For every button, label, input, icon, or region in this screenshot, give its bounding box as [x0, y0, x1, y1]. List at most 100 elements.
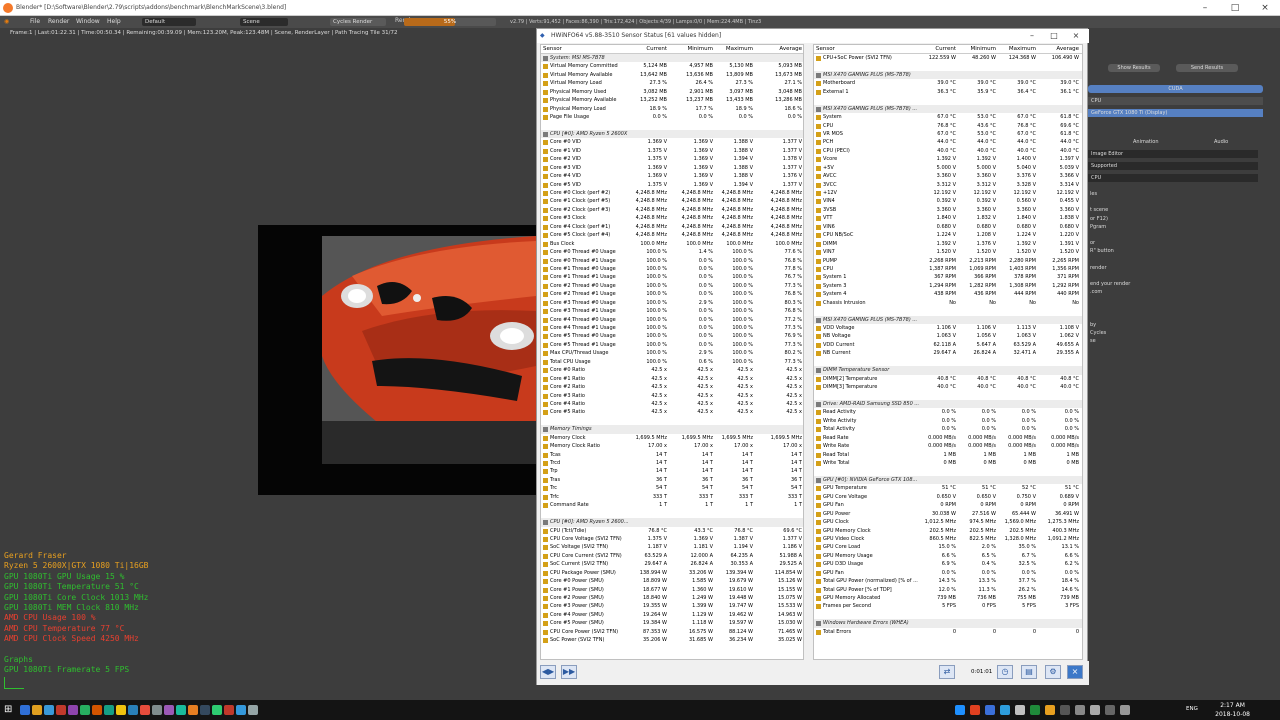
audio-tab[interactable]: Audio — [1214, 139, 1228, 145]
sensor-row[interactable]: Core #1 Clock (perf #5) 4,248.8 MHz 4,248.… — [541, 197, 803, 205]
sensor-row[interactable]: SoC Voltage (SVI2 TFN) 1.187 V 1.181 V 1.19… — [541, 543, 803, 551]
sensor-row[interactable]: AVCC 3.360 V 3.360 V 3.376 V 3.366 V — [814, 172, 1082, 180]
taskbar-running-app-icon[interactable] — [985, 705, 995, 715]
sensor-row[interactable]: Command Rate 1 T1 T1 T1 T — [541, 501, 803, 509]
sensor-row[interactable]: Core #0 Thread #0 Usage 100.0 % 1.4 % 100.0… — [541, 248, 803, 256]
sensor-row[interactable]: VIN6 0.680 V 0.680 V 0.680 V 0.680 V — [814, 223, 1082, 231]
taskbar-app-icon[interactable] — [68, 705, 78, 715]
sensor-row[interactable]: Total Errors 0 0 0 0 — [814, 628, 1082, 636]
column-header-average[interactable]: Average — [1039, 45, 1079, 54]
taskbar-running-app-icon[interactable] — [1090, 705, 1100, 715]
sensor-row[interactable]: 3VCC 3.312 V 3.312 V 3.328 V 3.314 V — [814, 181, 1082, 189]
sensor-pane-left[interactable]: Sensor Current Minimum Maximum Average System… — [540, 44, 804, 660]
sensor-row[interactable]: Core #3 Power (SMU) 19.355 W 1.399 W 19.747… — [541, 602, 803, 610]
sensor-row[interactable]: Core #0 VID 1.369 V 1.369 V 1.388 V 1.377 V — [541, 138, 803, 146]
taskbar-app-icon[interactable] — [140, 705, 150, 715]
gpu-device-select[interactable]: GeForce GTX 1080 Ti (Display) — [1088, 109, 1263, 117]
sensor-row[interactable]: Core #0 Power (SMU) 18.809 W 1.585 W 19.679… — [541, 577, 803, 585]
sensor-row[interactable]: DIMM 1.392 V 1.376 V 1.392 V 1.391 V — [814, 240, 1082, 248]
sensor-row[interactable]: VR MOS 67.0 °C 53.0 °C 67.0 °C 61.8 °C — [814, 130, 1082, 138]
sensor-row[interactable]: Frames per Second 5 FPS 0 FPS 5 FPS 3 FPS — [814, 602, 1082, 610]
language-indicator[interactable]: ENG — [1186, 706, 1198, 712]
sensor-row[interactable]: PCH 44.0 °C 44.0 °C 44.0 °C 44.0 °C — [814, 138, 1082, 146]
sensor-row[interactable]: Virtual Memory Available 13,642 MB 13,636 … — [541, 71, 803, 79]
column-header-current[interactable]: Current — [916, 45, 956, 54]
sensor-row[interactable]: SoC Current (SVI2 TFN) 29.647 A 26.824 A 30… — [541, 560, 803, 568]
sensor-pane-right[interactable]: Sensor Current Minimum Maximum Average CPU+So… — [813, 44, 1083, 660]
sensor-row[interactable]: GPU Memory Allocated 739 MB 736 MB 755 MB 73… — [814, 594, 1082, 602]
sensor-row[interactable]: Trfc 333 T 333 T 333 T 333 T — [541, 493, 803, 501]
sensor-row[interactable]: GPU Fan 0.0 % 0.0 % 0.0 % 0.0 % — [814, 569, 1082, 577]
sensor-row[interactable]: Core #2 VID 1.375 V 1.369 V 1.394 V 1.378 V — [541, 155, 803, 163]
sensor-row[interactable]: CPU Core Voltage (SVI2 TFN) 1.375 V 1.369 … — [541, 535, 803, 543]
taskbar-app-icon[interactable] — [80, 705, 90, 715]
taskbar-app-icon[interactable] — [32, 705, 42, 715]
sensor-row[interactable]: Core #3 Clock 4,248.8 MHz 4,248.8 MHz 4,248… — [541, 214, 803, 222]
render-engine-select[interactable]: Cycles Render — [330, 18, 386, 26]
sensor-row[interactable]: Virtual Memory Load 27.3 % 26.4 % 27.3 % 27.… — [541, 79, 803, 87]
sensor-group-header[interactable]: Drive: AMD-RAID Samsung SSD 850 ... — [814, 399, 1082, 409]
close-button[interactable]: × — [1250, 0, 1280, 16]
menu-file[interactable]: File — [30, 16, 40, 28]
sensor-row[interactable]: NB Current 29.647 A 26.824 A 32.471 A 29.355… — [814, 349, 1082, 357]
sensor-row[interactable]: Core #3 Ratio 42.5 x 42.5 x 42.5 x 42.5 x — [541, 392, 803, 400]
sensor-row[interactable]: Core #3 VID 1.369 V 1.369 V 1.388 V 1.377 V — [541, 164, 803, 172]
sensor-row[interactable]: GPU D3D Usage 6.9 % 0.4 % 32.5 % 6.2 % — [814, 560, 1082, 568]
sensor-row[interactable]: SoC Power (SVI2 TFN) 35.206 W 31.685 W 36.2… — [541, 636, 803, 644]
column-header-maximum[interactable]: Maximum — [713, 45, 753, 54]
show-results-button[interactable]: Show Results — [1108, 64, 1160, 72]
sensor-row[interactable]: CPU Core Current (SVI2 TFN) 63.529 A 12.00… — [541, 552, 803, 560]
nav-left-icon[interactable]: ◀▶ — [540, 665, 556, 679]
sensor-row[interactable]: Core #2 Thread #0 Usage 100.0 % 0.0 % 100.0… — [541, 282, 803, 290]
taskbar-running-app-icon[interactable] — [1030, 705, 1040, 715]
sensor-row[interactable]: GPU Fan 0 RPM 0 RPM 0 RPM 0 RPM — [814, 501, 1082, 509]
sensor-row[interactable]: Virtual Memory Committed 5,124 MB 4,957 MB… — [541, 62, 803, 70]
sensor-row[interactable]: Core #4 Power (SMU) 19.264 W 1.129 W 19.462… — [541, 611, 803, 619]
sensor-row[interactable]: Vcore 1.392 V 1.392 V 1.400 V 1.397 V — [814, 155, 1082, 163]
taskbar-running-app-icon[interactable] — [1105, 705, 1115, 715]
column-header-sensor[interactable]: Sensor — [816, 45, 835, 54]
taskbar-app-icon[interactable] — [92, 705, 102, 715]
column-header-sensor[interactable]: Sensor — [543, 45, 562, 54]
sensor-row[interactable]: Core #1 Thread #1 Usage 100.0 % 0.0 % 100.0… — [541, 273, 803, 281]
taskbar-app-icon[interactable] — [104, 705, 114, 715]
sensor-row[interactable]: CPU (PECI) 40.0 °C 40.0 °C 40.0 °C 40.0 °C — [814, 147, 1082, 155]
taskbar-running-app-icon[interactable] — [1000, 705, 1010, 715]
sensor-row[interactable]: VIN7 1.520 V 1.520 V 1.520 V 1.520 V — [814, 248, 1082, 256]
sensor-row[interactable]: +5V 5.000 V 5.000 V 5.040 V 5.039 V — [814, 164, 1082, 172]
sensor-row[interactable]: Read Rate 0.000 MB/s 0.000 MB/s 0.000 MB/s 0… — [814, 434, 1082, 442]
sensor-row[interactable]: Core #5 Ratio 42.5 x 42.5 x 42.5 x 42.5 x — [541, 408, 803, 416]
taskbar-app-icon[interactable] — [200, 705, 210, 715]
maximize-button[interactable]: □ — [1220, 0, 1250, 16]
menu-help[interactable]: Help — [107, 16, 121, 28]
taskbar-running-app-icon[interactable] — [955, 705, 965, 715]
sensor-row[interactable]: 3VSB 3.360 V 3.360 V 3.360 V 3.360 V — [814, 206, 1082, 214]
sensor-row[interactable]: GPU Core Voltage 0.650 V 0.650 V 0.750 V 0.6… — [814, 493, 1082, 501]
taskbar-app-icon[interactable] — [20, 705, 30, 715]
sensor-row[interactable]: System 4 438 RPM 436 RPM 444 RPM 440 RPM — [814, 290, 1082, 298]
sensor-row[interactable]: Core #4 Thread #1 Usage 100.0 % 0.0 % 100.0… — [541, 324, 803, 332]
taskbar-running-app-icon[interactable] — [970, 705, 980, 715]
sensor-group-header[interactable]: System: MSI MS-7B78 — [541, 54, 803, 63]
sensor-row[interactable]: Write Rate 0.000 MB/s 0.000 MB/s 0.000 MB/s… — [814, 442, 1082, 450]
sensor-row[interactable]: Read Total 1 MB 1 MB 1 MB 1 MB — [814, 451, 1082, 459]
cpu-select[interactable]: CPU — [1088, 174, 1258, 182]
sensor-row[interactable]: +12V 12.192 V 12.192 V 12.192 V 12.192 V — [814, 189, 1082, 197]
sensor-row[interactable]: Total Activity 0.0 % 0.0 % 0.0 % 0.0 % — [814, 425, 1082, 433]
sensor-row[interactable]: Trcd 14 T 14 T 14 T 14 T — [541, 459, 803, 467]
sensor-row[interactable]: Physical Memory Load 18.9 % 17.7 % 18.9 % 18… — [541, 105, 803, 113]
sensor-row[interactable]: CPU 1,387 RPM 1,069 RPM 1,403 RPM 1,356 RPM — [814, 265, 1082, 273]
sensor-row[interactable]: CPU Core Power (SVI2 TFN) 87.353 W 16.575 … — [541, 628, 803, 636]
sensor-row[interactable]: GPU Video Clock 860.5 MHz 822.5 MHz 1,328.0… — [814, 535, 1082, 543]
taskbar-app-icon[interactable] — [236, 705, 246, 715]
sensor-row[interactable]: CPU NB/SoC 1.224 V 1.208 V 1.224 V 1.220 V — [814, 231, 1082, 239]
report-icon[interactable]: ▤ — [1021, 665, 1037, 679]
sensor-row[interactable]: System 67.0 °C 53.0 °C 67.0 °C 61.8 °C — [814, 113, 1082, 121]
sensor-row[interactable]: Core #4 VID 1.369 V 1.369 V 1.388 V 1.376 V — [541, 172, 803, 180]
info-editor-icon[interactable]: ◉ — [4, 16, 9, 28]
taskbar-app-icon[interactable] — [44, 705, 54, 715]
taskbar-running-app-icon[interactable] — [1045, 705, 1055, 715]
sensor-row[interactable]: System 1 367 RPM 366 RPM 378 RPM 371 RPM — [814, 273, 1082, 281]
sensor-row[interactable]: GPU Memory Clock 202.5 MHz 202.5 MHz 202.5 … — [814, 527, 1082, 535]
taskbar-app-icon[interactable] — [116, 705, 126, 715]
